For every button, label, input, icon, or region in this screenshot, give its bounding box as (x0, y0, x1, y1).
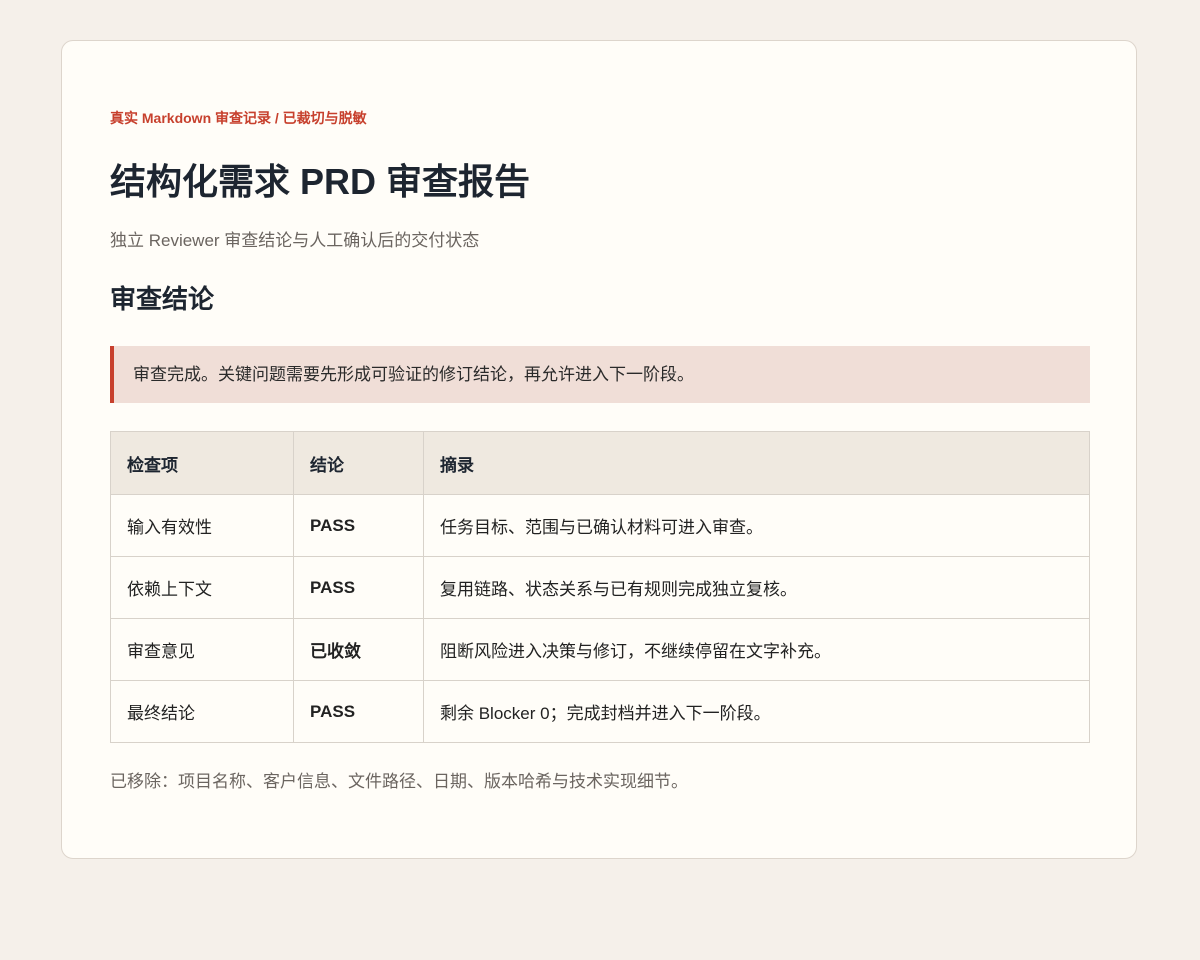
cell-item: 审查意见 (110, 618, 294, 681)
eyebrow-label: 真实 Markdown 审查记录 / 已裁切与脱敏 (110, 110, 367, 126)
section-heading: 审查结论 (110, 284, 215, 314)
page-title: 结构化需求 PRD 审查报告 (110, 161, 531, 202)
table-row: 审查意见 已收敛 阻断风险进入决策与修订，不继续停留在文字补充。 (110, 618, 1090, 681)
cell-verdict: 已收敛 (293, 618, 424, 681)
cell-item: 输入有效性 (110, 494, 294, 557)
cell-excerpt: 复用链路、状态关系与已有规则完成独立复核。 (423, 556, 1090, 619)
cell-item: 最终结论 (110, 680, 294, 743)
table-row: 依赖上下文 PASS 复用链路、状态关系与已有规则完成独立复核。 (110, 556, 1090, 619)
column-header-verdict: 结论 (293, 431, 424, 495)
conclusion-callout: 审查完成。关键问题需要先形成可验证的修订结论，再允许进入下一阶段。 (110, 346, 1090, 403)
page-subtitle: 独立 Reviewer 审查结论与人工确认后的交付状态 (110, 231, 480, 250)
table-row: 输入有效性 PASS 任务目标、范围与已确认材料可进入审查。 (110, 494, 1090, 557)
table-row: 最终结论 PASS 剩余 Blocker 0；完成封档并进入下一阶段。 (110, 680, 1090, 743)
table-header-row: 检查项 结论 摘录 (110, 431, 1090, 495)
cell-excerpt: 剩余 Blocker 0；完成封档并进入下一阶段。 (423, 680, 1090, 743)
cell-item: 依赖上下文 (110, 556, 294, 619)
report-card: 真实 Markdown 审查记录 / 已裁切与脱敏 结构化需求 PRD 审查报告… (61, 40, 1137, 859)
cell-excerpt: 任务目标、范围与已确认材料可进入审查。 (423, 494, 1090, 557)
cell-verdict: PASS (293, 494, 424, 557)
review-table: 检查项 结论 摘录 输入有效性 PASS 任务目标、范围与已确认材料可进入审查。… (110, 431, 1090, 743)
redaction-footnote: 已移除：项目名称、客户信息、文件路径、日期、版本哈希与技术实现细节。 (110, 772, 688, 791)
cell-verdict: PASS (293, 556, 424, 619)
cell-excerpt: 阻断风险进入决策与修订，不继续停留在文字补充。 (423, 618, 1090, 681)
column-header-excerpt: 摘录 (423, 431, 1090, 495)
cell-verdict: PASS (293, 680, 424, 743)
column-header-item: 检查项 (110, 431, 294, 495)
